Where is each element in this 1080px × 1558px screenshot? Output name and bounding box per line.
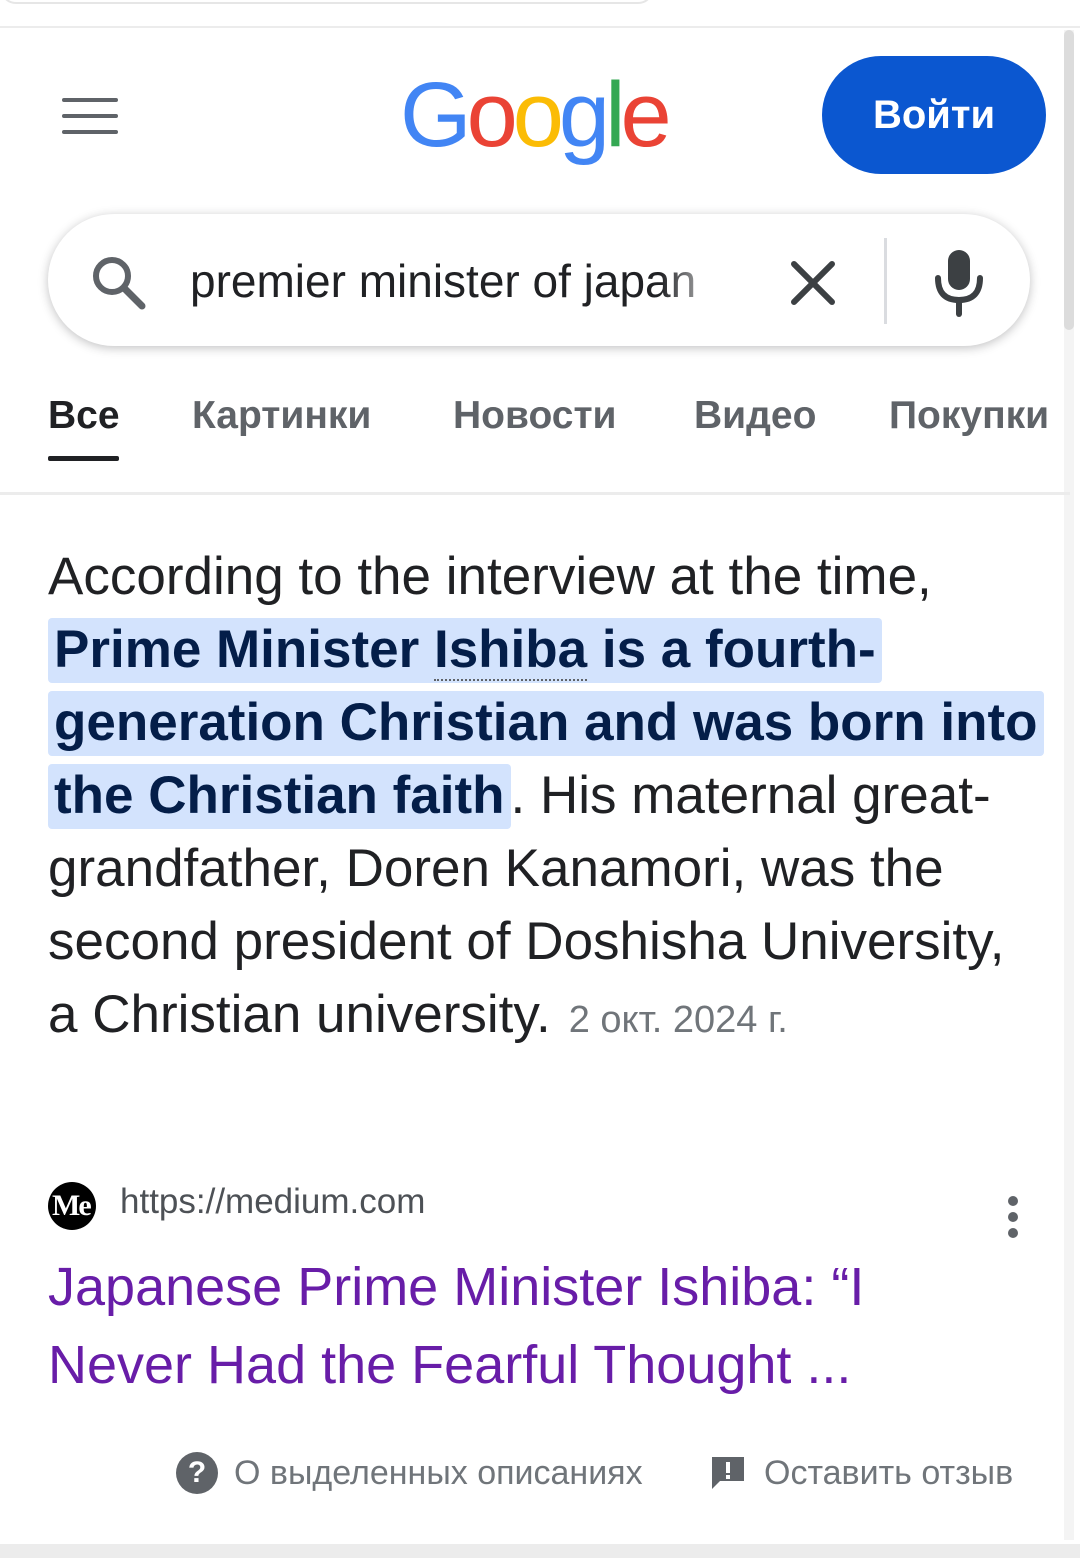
dot	[1008, 1196, 1018, 1206]
snippet-entity-link[interactable]: Ishiba	[433, 620, 588, 681]
browser-top-edge	[0, 0, 1080, 28]
tab-images[interactable]: Картинки	[192, 394, 371, 438]
about-label: О выделенных описаниях	[234, 1453, 643, 1492]
microphone-icon[interactable]	[926, 244, 992, 320]
snippet-text-before: According to the interview at the time,	[48, 547, 932, 606]
signin-button[interactable]: Войти	[822, 56, 1046, 174]
active-tab-indicator	[48, 456, 119, 461]
address-bar-edge	[0, 0, 654, 4]
google-logo[interactable]: Google	[400, 68, 680, 178]
more-options-icon[interactable]	[1000, 1194, 1028, 1242]
feedback-label: Оставить отзыв	[764, 1453, 1014, 1492]
tab-videos[interactable]: Видео	[694, 394, 816, 438]
search-icon[interactable]	[88, 252, 148, 312]
feedback-link[interactable]: Оставить отзыв	[708, 1448, 1013, 1498]
medium-favicon[interactable]: Me	[48, 1182, 96, 1230]
scrollbar-thumb[interactable]	[1064, 30, 1074, 330]
svg-text:Google: Google	[400, 68, 669, 166]
tab-all[interactable]: Все	[48, 394, 120, 438]
search-input[interactable]	[190, 244, 730, 318]
source-url[interactable]: https://medium.com	[120, 1182, 425, 1222]
result-title-link[interactable]: Japanese Prime Minister Ishiba: “I Never…	[48, 1248, 1008, 1404]
clear-icon[interactable]	[780, 250, 846, 316]
menu-line	[62, 114, 118, 118]
search-divider	[884, 238, 887, 324]
featured-snippet: According to the interview at the time, …	[48, 540, 1044, 1057]
dot	[1008, 1228, 1018, 1238]
help-icon: ?	[176, 1452, 218, 1494]
menu-icon[interactable]	[62, 98, 118, 136]
dot	[1008, 1212, 1018, 1222]
menu-line	[62, 98, 118, 102]
feedback-icon	[712, 1457, 744, 1489]
about-featured-snippets-link[interactable]: ? О выделенных описаниях	[176, 1448, 643, 1498]
snippet-date: 2 окт. 2024 г.	[568, 999, 788, 1041]
bottom-divider	[0, 1544, 1080, 1558]
snippet-highlight-part: Prime Minister	[54, 620, 434, 679]
search-input-fade	[660, 244, 730, 318]
tab-shopping[interactable]: Покупки	[889, 394, 1049, 438]
menu-line	[62, 130, 118, 134]
search-tabs: Все Картинки Новости Видео Покупки	[0, 370, 1070, 495]
tab-news[interactable]: Новости	[453, 394, 617, 438]
